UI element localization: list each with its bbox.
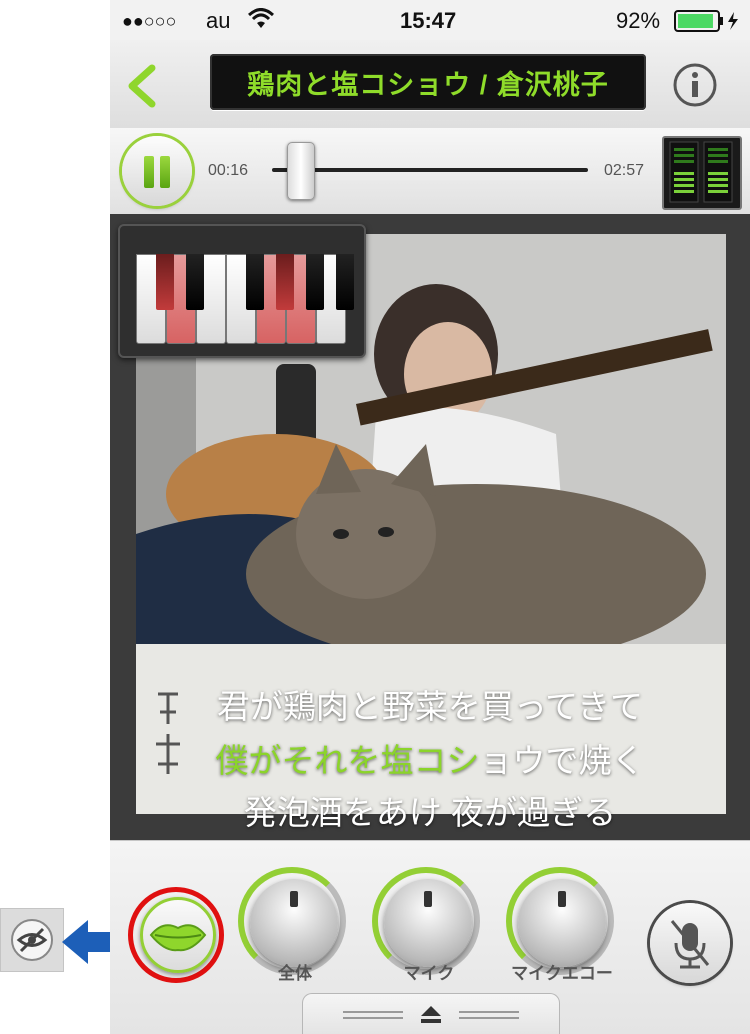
piano-black-key <box>336 254 354 310</box>
song-title: 鶏肉と塩コショウ / 倉沢桃子 <box>247 69 609 100</box>
transport-bar: 00:16 02:57 <box>110 128 750 215</box>
seek-track[interactable] <box>272 168 588 172</box>
level-meter-icon <box>669 141 733 203</box>
seek-thumb[interactable] <box>287 142 316 200</box>
back-button[interactable] <box>124 64 158 113</box>
mic-echo-label: マイクエコー <box>511 964 613 983</box>
level-meter-button[interactable] <box>662 136 742 210</box>
mic-volume-knob[interactable] <box>372 867 480 975</box>
lyric-line-2: 僕がそれを塩コショウで焼く <box>110 734 750 782</box>
elapsed-time: 00:16 <box>208 162 249 179</box>
tray-handle[interactable] <box>302 993 560 1034</box>
master-volume-knob[interactable] <box>238 867 346 975</box>
battery-percent: 92% <box>616 8 661 33</box>
info-button[interactable] <box>672 62 718 113</box>
wifi-icon <box>247 8 275 35</box>
status-bar: ●●○○○ au 15:47 92% <box>110 0 750 40</box>
pause-icon-bar <box>160 156 170 188</box>
pause-button[interactable] <box>122 136 192 206</box>
piano-black-key <box>246 254 264 310</box>
mic-off-icon <box>670 920 710 969</box>
piano-black-key <box>276 254 294 310</box>
piano-black-key <box>306 254 324 310</box>
chevron-left-icon <box>128 64 156 108</box>
lyric-sung-part: 僕がそれを塩コシ <box>215 742 480 779</box>
mic-mute-button[interactable] <box>650 903 730 983</box>
piano-black-key <box>186 254 204 310</box>
info-icon <box>673 63 717 107</box>
eye-off-icon <box>0 908 64 972</box>
artwork-area: 君が鶏肉と野菜を買ってきて 僕がそれを塩コショウで焼く 発泡酒をあけ 夜が過ぎる <box>110 214 750 840</box>
nav-bar: 鶏肉と塩コショウ / 倉沢桃子 <box>110 40 750 129</box>
pause-icon <box>144 156 154 188</box>
master-volume-label: 全体 <box>278 964 312 983</box>
lyric-line-1: 君が鶏肉と野菜を買ってきて <box>216 688 644 725</box>
lips-icon <box>149 924 207 952</box>
phone-screen: ●●○○○ au 15:47 92% 鶏肉と塩コショウ / 倉沢桃子 00:16… <box>110 0 750 1034</box>
piano-key-button[interactable] <box>118 224 366 358</box>
control-panel: 全体 マイク マイクエコー <box>110 840 750 1034</box>
piano-black-key <box>156 254 174 310</box>
signal-strength: ●●○○○ <box>122 11 177 31</box>
mic-echo-knob[interactable] <box>506 867 614 975</box>
lips-button[interactable] <box>140 897 216 973</box>
battery-icon <box>674 10 744 37</box>
total-time: 02:57 <box>604 162 645 179</box>
eject-icon <box>343 1006 519 1023</box>
song-title-display: 鶏肉と塩コショウ / 倉沢桃子 <box>210 54 646 110</box>
lyric-line-3: 発泡酒をあけ 夜が過ぎる <box>243 794 617 831</box>
lyric-unsung-part: ョウで焼く <box>479 742 645 779</box>
carrier-name: au <box>206 8 231 33</box>
mic-volume-label: マイク <box>403 964 455 983</box>
clock: 15:47 <box>400 8 457 33</box>
